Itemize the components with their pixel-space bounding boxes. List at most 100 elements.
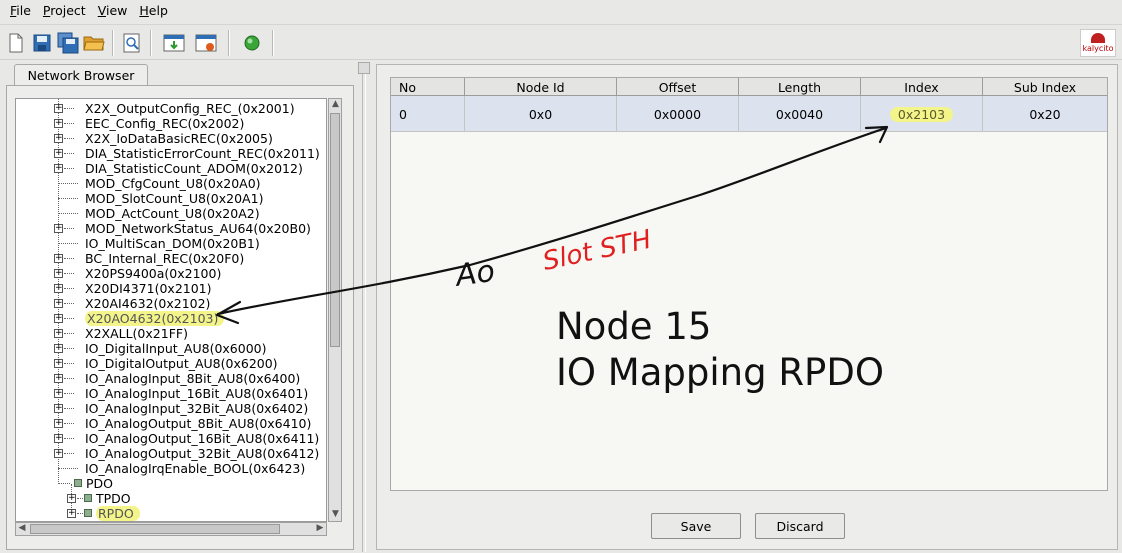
menu-project[interactable]: Project	[37, 0, 92, 22]
tree-item[interactable]: + IO_AnalogOutput_32Bit_AU8(0x6412)	[16, 446, 326, 461]
expand-icon[interactable]: +	[54, 164, 63, 173]
tree-item[interactable]: MOD_SlotCount_U8(0x20A1)	[16, 191, 326, 206]
cell-index[interactable]: 0x2103	[861, 96, 983, 132]
expand-icon[interactable]: +	[54, 299, 63, 308]
object-tree[interactable]: + X2X_OutputConfig_REC_(0x2001) + EEC_Confi…	[15, 98, 327, 522]
logo-mark-icon	[1091, 33, 1105, 43]
expand-icon[interactable]: +	[54, 284, 63, 293]
expand-icon[interactable]: +	[54, 449, 63, 458]
expand-icon[interactable]: +	[54, 134, 63, 143]
tree-item[interactable]: + DIA_StatisticErrorCount_REC(0x2011)	[16, 146, 326, 161]
tree-item[interactable]: + MOD_NetworkStatus_AU64(0x20B0)	[16, 221, 326, 236]
scroll-up-icon[interactable]: ▲	[330, 99, 341, 111]
preview-icon[interactable]	[120, 31, 144, 55]
tree-item[interactable]: + X20PS9400a(0x2100)	[16, 266, 326, 281]
expand-icon[interactable]: +	[54, 254, 63, 263]
tree-branch-line	[64, 273, 74, 274]
object-node-icon	[84, 509, 92, 517]
col-header-index[interactable]: Index	[861, 78, 983, 96]
col-header-no[interactable]: No	[391, 78, 465, 96]
cell-no[interactable]: 0	[391, 96, 465, 132]
tree-item[interactable]: + BC_Internal_REC(0x20F0)	[16, 251, 326, 266]
tree-branch-line	[64, 333, 74, 334]
tree-item[interactable]: + IO_AnalogOutput_16Bit_AU8(0x6411)	[16, 431, 326, 446]
cell-node-id[interactable]: 0x0	[465, 96, 617, 132]
expand-icon[interactable]: +	[54, 434, 63, 443]
expand-icon[interactable]: +	[54, 119, 63, 128]
connect-icon[interactable]	[240, 31, 264, 55]
tree-horizontal-scrollbar[interactable]: ◀ ▶	[15, 522, 327, 536]
tree-item[interactable]: + IO_AnalogOutput_8Bit_AU8(0x6410)	[16, 416, 326, 431]
tree-item[interactable]: + X2XALL(0x21FF)	[16, 326, 326, 341]
menu-help[interactable]: Help	[133, 0, 174, 22]
tree-item[interactable]: + IO_AnalogInput_8Bit_AU8(0x6400)	[16, 371, 326, 386]
tree-branch-line	[64, 123, 74, 124]
expand-icon[interactable]: +	[54, 419, 63, 428]
splitter-handle[interactable]	[358, 62, 370, 74]
tree-item[interactable]: + X20AO4632(0x2103)	[16, 311, 326, 326]
tree-item[interactable]: + X20AI4632(0x2102)	[16, 296, 326, 311]
expand-icon[interactable]: +	[54, 329, 63, 338]
tree-item[interactable]: IO_MultiScan_DOM(0x20B1)	[16, 236, 326, 251]
save-icon[interactable]	[30, 31, 54, 55]
expand-icon[interactable]: +	[54, 359, 63, 368]
tree-item[interactable]: + IO_AnalogInput_32Bit_AU8(0x6402)	[16, 401, 326, 416]
col-header-sub-index[interactable]: Sub Index	[983, 78, 1107, 96]
expand-icon[interactable]: +	[54, 149, 63, 158]
scroll-left-icon[interactable]: ◀	[16, 523, 28, 535]
save-button[interactable]: Save	[651, 513, 741, 539]
tree-item-label: IO_AnalogOutput_8Bit_AU8(0x6410)	[85, 416, 312, 431]
expand-icon[interactable]: +	[54, 344, 63, 353]
expand-icon[interactable]: +	[54, 104, 63, 113]
expand-icon[interactable]: +	[54, 404, 63, 413]
tree-item[interactable]: IO_AnalogIrqEnable_BOOL(0x6423)	[16, 461, 326, 476]
import-icon[interactable]	[162, 31, 186, 55]
export-icon[interactable]	[194, 31, 218, 55]
tree-item[interactable]: + RPDO	[16, 506, 326, 521]
discard-button[interactable]: Discard	[755, 513, 845, 539]
tab-network-browser[interactable]: Network Browser	[14, 64, 148, 86]
expand-icon[interactable]: +	[54, 314, 63, 323]
tree-item-label: MOD_NetworkStatus_AU64(0x20B0)	[85, 221, 311, 236]
open-folder-icon[interactable]	[82, 31, 106, 55]
tree-item[interactable]: + DIA_StatisticCount_ADOM(0x2012)	[16, 161, 326, 176]
note-line-2: IO Mapping RPDO	[556, 351, 884, 394]
tree-item[interactable]: + X20DI4371(0x2101)	[16, 281, 326, 296]
table-row[interactable]: 0 0x0 0x0000 0x0040 0x2103 0x20	[391, 96, 1107, 132]
new-file-icon[interactable]	[4, 31, 28, 55]
col-header-offset[interactable]: Offset	[617, 78, 739, 96]
scroll-right-icon[interactable]: ▶	[314, 523, 326, 535]
tree-item[interactable]: + IO_DigitalInput_AU8(0x6000)	[16, 341, 326, 356]
expand-icon[interactable]: +	[54, 224, 63, 233]
expand-icon[interactable]: +	[67, 494, 76, 503]
tree-item[interactable]: MOD_ActCount_U8(0x20A2)	[16, 206, 326, 221]
scroll-down-icon[interactable]: ▼	[330, 509, 341, 521]
tree-item[interactable]: PDO	[16, 476, 326, 491]
tree-branch-line	[58, 243, 78, 244]
expand-icon[interactable]: +	[54, 389, 63, 398]
cell-length[interactable]: 0x0040	[739, 96, 861, 132]
col-header-node-id[interactable]: Node Id	[465, 78, 617, 96]
col-header-length[interactable]: Length	[739, 78, 861, 96]
scroll-thumb[interactable]	[330, 113, 340, 347]
expand-icon[interactable]: +	[54, 374, 63, 383]
cell-offset[interactable]: 0x0000	[617, 96, 739, 132]
tree-item[interactable]: + IO_AnalogInput_16Bit_AU8(0x6401)	[16, 386, 326, 401]
tree-item[interactable]: MOD_CfgCount_U8(0x20A0)	[16, 176, 326, 191]
tree-vertical-scrollbar[interactable]: ▲ ▼	[328, 98, 342, 522]
tree-branch-line	[64, 258, 74, 259]
save-all-icon[interactable]	[56, 31, 80, 55]
menu-view[interactable]: View	[92, 0, 134, 22]
tree-item[interactable]: + TPDO	[16, 491, 326, 506]
tree-item[interactable]: + X2X_IoDataBasicREC(0x2005)	[16, 131, 326, 146]
hscroll-thumb[interactable]	[30, 524, 280, 534]
menu-file[interactable]: File	[4, 0, 37, 22]
tree-item[interactable]: + EEC_Config_REC(0x2002)	[16, 116, 326, 131]
mapping-table[interactable]: No Node Id Offset Length Index Sub Index…	[390, 77, 1108, 491]
tree-item[interactable]: + IO_DigitalOutput_AU8(0x6200)	[16, 356, 326, 371]
tree-item[interactable]: + X2X_OutputConfig_REC_(0x2001)	[16, 101, 326, 116]
expand-icon[interactable]: +	[54, 269, 63, 278]
expand-icon[interactable]: +	[67, 509, 76, 518]
cell-sub-index[interactable]: 0x20	[983, 96, 1107, 132]
panel-splitter[interactable]	[362, 62, 366, 552]
